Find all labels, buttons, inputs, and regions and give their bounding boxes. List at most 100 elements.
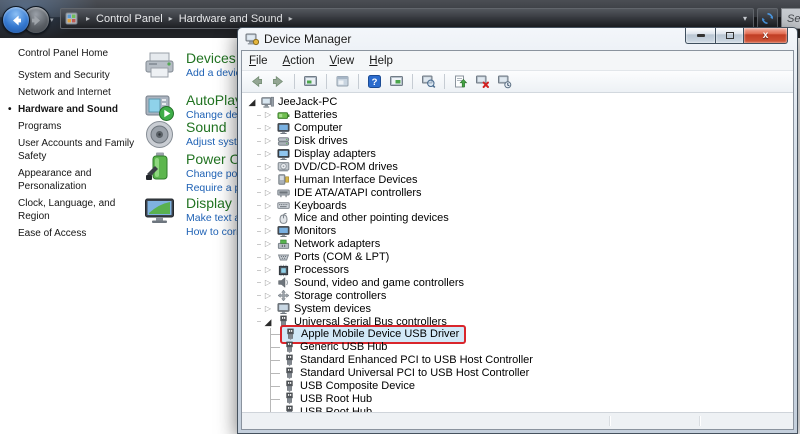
tree-row[interactable]: ▷Disk drives (244, 135, 793, 148)
tree-node[interactable]: Display adapters (274, 148, 379, 161)
tree-expander-collapsed-icon[interactable]: ▷ (262, 303, 274, 315)
address-bar[interactable]: ▸Control Panel▸Hardware and Sound▸ ▾ (60, 8, 754, 29)
tree-node[interactable]: USB Root Hub (280, 405, 375, 412)
tree-node[interactable]: Storage controllers (274, 289, 389, 302)
menu-action[interactable]: Action (283, 55, 315, 67)
breadcrumb-item[interactable]: Control Panel (96, 13, 163, 25)
refresh-button[interactable] (757, 8, 778, 29)
tree-row[interactable]: USB Root Hub (244, 392, 793, 405)
menu-view[interactable]: View (330, 55, 355, 67)
update-driver-icon[interactable] (451, 73, 470, 91)
sidebar-item-programs[interactable]: Programs (18, 120, 138, 133)
tree-node[interactable]: Generic USB Hub (280, 341, 390, 354)
tree-node[interactable]: Network adapters (274, 238, 383, 251)
sidebar-item-clock-language-and-region[interactable]: Clock, Language, and Region (18, 197, 138, 223)
tree-expander-expanded-icon[interactable]: ◢ (262, 316, 274, 328)
uninstall-icon[interactable] (473, 73, 492, 91)
back-arrow-icon[interactable] (247, 73, 266, 91)
tree-row[interactable]: ▷IDE ATA/ATAPI controllers (244, 186, 793, 199)
menu-help[interactable]: Help (369, 55, 393, 67)
tree-expander-collapsed-icon[interactable]: ▷ (262, 122, 274, 134)
tree-expander-collapsed-icon[interactable]: ▷ (262, 200, 274, 212)
properties-icon[interactable] (387, 73, 406, 91)
tree-row[interactable]: USB Composite Device (244, 380, 793, 393)
window-icon[interactable] (333, 73, 352, 91)
tree-row[interactable]: ▷Sound, video and game controllers (244, 276, 793, 289)
tree-node[interactable]: Mice and other pointing devices (274, 212, 452, 225)
tree-row[interactable]: ▷Storage controllers (244, 289, 793, 302)
tree-node-label: Generic USB Hub (300, 341, 387, 353)
tree-expander-collapsed-icon[interactable]: ▷ (262, 109, 274, 121)
close-button[interactable]: x (744, 28, 788, 44)
tree-expander-collapsed-icon[interactable]: ▷ (262, 135, 274, 147)
tree-node[interactable]: Sound, video and game controllers (274, 276, 467, 289)
sidebar-item-appearance-and-personalization[interactable]: Appearance and Personalization (18, 167, 138, 193)
back-button[interactable] (2, 6, 30, 34)
tree-expander-collapsed-icon[interactable]: ▷ (262, 148, 274, 160)
menu-file[interactable]: File (249, 55, 268, 67)
tree-row[interactable]: ▷Ports (COM & LPT) (244, 251, 793, 264)
tree-row[interactable]: ▷Network adapters (244, 238, 793, 251)
tree-row[interactable]: ▷Computer (244, 122, 793, 135)
disable-icon[interactable] (495, 73, 514, 91)
tree-expander-collapsed-icon[interactable]: ▷ (262, 277, 274, 289)
sidebar-item-hardware-and-sound[interactable]: Hardware and Sound (18, 103, 138, 116)
tree-node[interactable]: Standard Enhanced PCI to USB Host Contro… (280, 354, 536, 367)
tree-node[interactable]: DVD/CD-ROM drives (274, 160, 401, 173)
sidebar-item-ease-of-access[interactable]: Ease of Access (18, 227, 138, 240)
tree-node[interactable]: USB Composite Device (280, 380, 418, 393)
tree-row[interactable]: Standard Enhanced PCI to USB Host Contro… (244, 354, 793, 367)
tree-row[interactable]: ▷System devices (244, 302, 793, 315)
search-input[interactable]: Se (781, 8, 800, 29)
tree-row[interactable]: ▷Monitors (244, 225, 793, 238)
tree-expander-collapsed-icon[interactable]: ▷ (262, 174, 274, 186)
tree-row[interactable]: ▷Batteries (244, 109, 793, 122)
tree-expander-collapsed-icon[interactable]: ▷ (262, 264, 274, 276)
tree-expander-expanded-icon[interactable]: ◢ (246, 96, 258, 108)
tree-node[interactable]: JeeJack-PC (258, 96, 340, 109)
tree-node[interactable]: Ports (COM & LPT) (274, 251, 392, 264)
sidebar-item-control-panel-home[interactable]: Control Panel Home (18, 47, 138, 60)
tree-node[interactable]: Processors (274, 264, 352, 277)
tree-node[interactable]: USB Root Hub (280, 392, 375, 405)
tree-row[interactable]: ▷DVD/CD-ROM drives (244, 160, 793, 173)
tree-row[interactable]: USB Root Hub (244, 405, 793, 412)
tree-node[interactable]: Batteries (274, 109, 340, 122)
tree-expander-collapsed-icon[interactable]: ▷ (262, 251, 274, 263)
tree-node[interactable]: Monitors (274, 225, 339, 238)
tree-node[interactable]: Computer (274, 122, 345, 135)
tree-node[interactable]: Human Interface Devices (274, 173, 421, 186)
sidebar-item-user-accounts-and-family-safety[interactable]: User Accounts and Family Safety (18, 137, 138, 163)
tree-row[interactable]: ▷Mice and other pointing devices (244, 212, 793, 225)
tree-expander-collapsed-icon[interactable]: ▷ (262, 187, 274, 199)
tree-expander-collapsed-icon[interactable]: ▷ (262, 161, 274, 173)
maximize-button[interactable] (715, 28, 744, 44)
tree-node[interactable]: Standard Universal PCI to USB Host Contr… (280, 367, 532, 380)
tree-node[interactable]: IDE ATA/ATAPI controllers (274, 186, 425, 199)
sidebar-item-network-and-internet[interactable]: Network and Internet (18, 86, 138, 99)
tree-row[interactable]: ◢JeeJack-PC (244, 96, 793, 109)
tree-row[interactable]: ▷Processors (244, 264, 793, 277)
help-icon[interactable]: ? (365, 73, 384, 91)
sidebar-item-system-and-security[interactable]: System and Security (18, 69, 138, 82)
tree-row[interactable]: Standard Universal PCI to USB Host Contr… (244, 367, 793, 380)
tree-node[interactable]: Disk drives (274, 135, 351, 148)
tree-expander-collapsed-icon[interactable]: ▷ (262, 238, 274, 250)
forward-arrow-icon[interactable] (269, 73, 288, 91)
tree-row[interactable]: ▷Display adapters (244, 148, 793, 161)
recent-pages-chevron-icon[interactable]: ▾ (50, 16, 54, 24)
tree-row[interactable]: ▷Human Interface Devices (244, 173, 793, 186)
address-dropdown-chevron-icon[interactable]: ▾ (743, 14, 747, 23)
breadcrumb-item[interactable]: Hardware and Sound (179, 13, 283, 25)
tree-expander-collapsed-icon[interactable]: ▷ (262, 212, 274, 224)
tree-row[interactable]: ▷Keyboards (244, 199, 793, 212)
console-tree-icon[interactable] (301, 73, 320, 91)
tree-expander-collapsed-icon[interactable]: ▷ (262, 290, 274, 302)
tree-row[interactable]: Generic USB Hub (244, 341, 793, 354)
tree-node[interactable]: System devices (274, 302, 374, 315)
minimize-button[interactable] (685, 28, 715, 44)
tree-row[interactable]: Apple Mobile Device USB Driver (244, 328, 793, 341)
scan-hardware-icon[interactable] (419, 73, 438, 91)
tree-node[interactable]: Keyboards (274, 199, 350, 212)
tree-expander-collapsed-icon[interactable]: ▷ (262, 225, 274, 237)
